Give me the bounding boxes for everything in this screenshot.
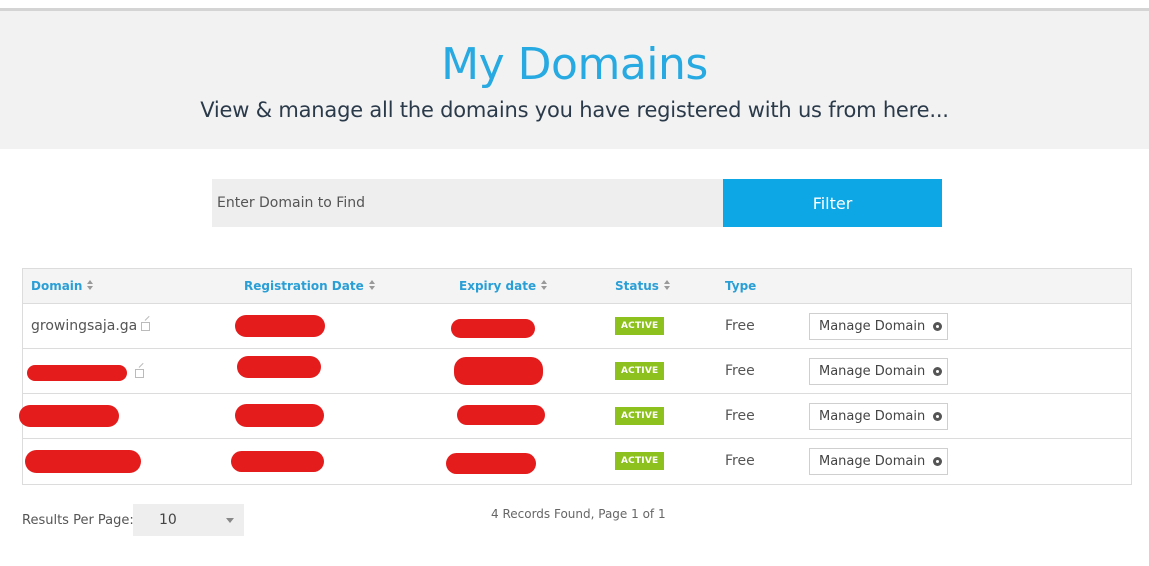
- table-row: ACTIVE Free Manage Domain: [19, 394, 1131, 439]
- results-per-page-select[interactable]: 10: [133, 504, 244, 536]
- records-count: 4 Records Found, Page 1 of 1: [491, 507, 666, 521]
- sort-icon: [541, 280, 548, 291]
- redacted-domain: [19, 405, 119, 427]
- domain-search-bar: Filter: [212, 179, 942, 227]
- page-subtitle: View & manage all the domains you have r…: [200, 98, 949, 122]
- status-badge: ACTIVE: [615, 452, 665, 470]
- column-header-status[interactable]: Status: [615, 279, 671, 293]
- redacted-registration-date: [237, 356, 321, 378]
- redacted-domain: [25, 450, 141, 473]
- sort-icon: [368, 280, 376, 291]
- sort-icon: [87, 280, 94, 291]
- gear-icon: [933, 322, 943, 331]
- domain-link[interactable]: growingsaja.ga: [31, 318, 137, 334]
- filter-button[interactable]: Filter: [723, 179, 942, 227]
- redacted-registration-date: [235, 404, 324, 427]
- external-link-icon[interactable]: [141, 320, 151, 331]
- type-cell: Free: [725, 363, 755, 379]
- gear-icon: [933, 367, 943, 376]
- gear-icon: [933, 412, 943, 421]
- manage-domain-button[interactable]: Manage Domain: [809, 448, 948, 475]
- redacted-expiry-date: [451, 319, 535, 338]
- redacted-expiry-date: [457, 405, 545, 425]
- status-badge: ACTIVE: [615, 407, 665, 425]
- type-cell: Free: [725, 453, 755, 469]
- type-cell: Free: [725, 318, 755, 334]
- type-cell: Free: [725, 408, 755, 424]
- table-row: growingsaja.ga ACTIVE Free Manage Domain: [23, 304, 1131, 349]
- page-title: My Domains: [441, 39, 708, 90]
- column-header-domain[interactable]: Domain: [31, 279, 94, 293]
- table-row: ACTIVE Free Manage Domain: [23, 349, 1131, 394]
- results-per-page-value: 10: [159, 512, 177, 528]
- redacted-expiry-date: [454, 357, 543, 385]
- gear-icon: [933, 457, 943, 466]
- domain-search-input[interactable]: [212, 179, 723, 227]
- redacted-registration-date: [231, 451, 324, 472]
- column-header-type: Type: [725, 279, 757, 293]
- table-header: Domain Registration Date Expiry date Sta…: [23, 269, 1131, 304]
- external-link-icon[interactable]: [135, 367, 145, 378]
- status-badge: ACTIVE: [615, 362, 665, 380]
- page-header: My Domains View & manage all the domains…: [0, 11, 1149, 149]
- status-badge: ACTIVE: [615, 317, 665, 335]
- column-header-expiry-date[interactable]: Expiry date: [459, 279, 548, 293]
- domain-cell: growingsaja.ga: [31, 318, 151, 334]
- table-row: ACTIVE Free Manage Domain: [23, 439, 1131, 484]
- results-per-page-label: Results Per Page:: [22, 513, 134, 528]
- chevron-down-icon: [226, 518, 234, 523]
- column-header-registration-date[interactable]: Registration Date: [244, 279, 376, 293]
- sort-icon: [663, 280, 671, 291]
- domains-table: Domain Registration Date Expiry date Sta…: [19, 268, 1132, 485]
- manage-domain-button[interactable]: Manage Domain: [809, 358, 948, 385]
- redacted-expiry-date: [446, 453, 536, 474]
- redacted-domain: [27, 365, 127, 381]
- manage-domain-button[interactable]: Manage Domain: [809, 403, 948, 430]
- redacted-registration-date: [235, 315, 325, 337]
- manage-domain-button[interactable]: Manage Domain: [809, 313, 948, 340]
